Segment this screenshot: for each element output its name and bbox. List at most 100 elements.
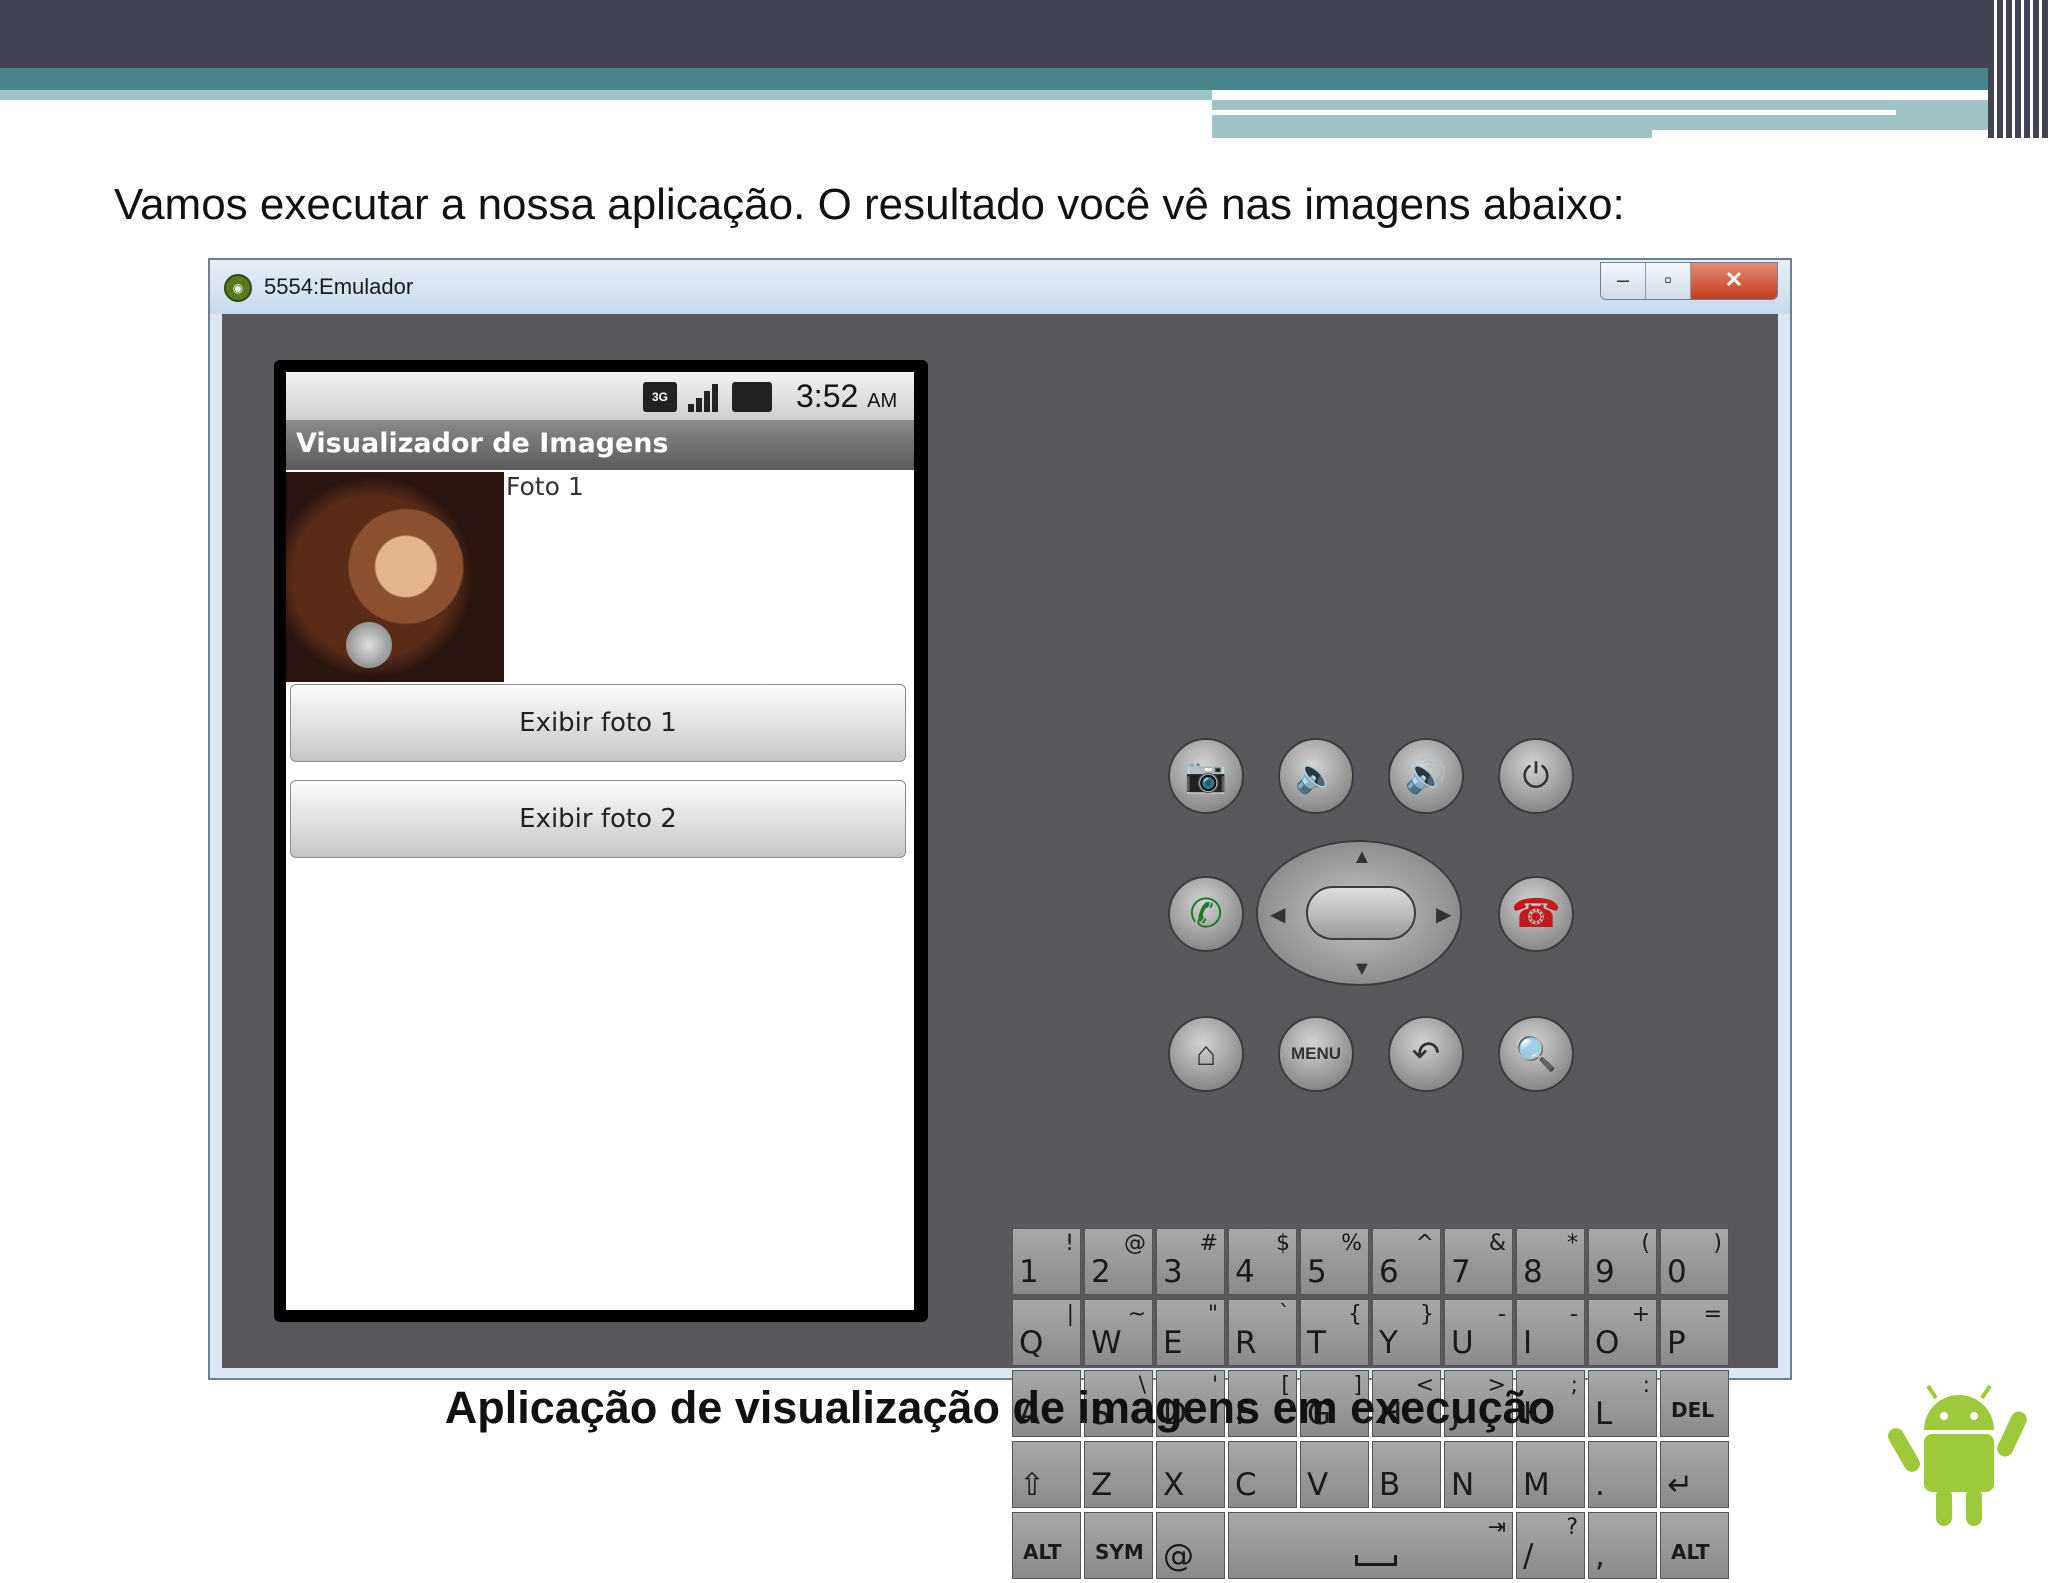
key-alt-right[interactable]: ALT xyxy=(1660,1512,1729,1579)
keyboard-key[interactable]: 4 $ xyxy=(1228,1228,1297,1295)
volume-up-icon[interactable]: 🔊 xyxy=(1388,738,1464,814)
key-label: U xyxy=(1451,1325,1474,1361)
key-label: Y xyxy=(1379,1325,1398,1361)
key-label: V xyxy=(1307,1467,1329,1503)
keyboard-key[interactable]: U- xyxy=(1444,1299,1513,1366)
keyboard-key[interactable]: B xyxy=(1372,1441,1441,1508)
keyboard-key[interactable]: E " xyxy=(1156,1299,1225,1366)
keyboard-key[interactable]: N xyxy=(1444,1441,1513,1508)
keyboard-key[interactable]: 0) xyxy=(1660,1228,1729,1295)
keyboard-key[interactable]: W ~ xyxy=(1084,1299,1153,1366)
key-label: N xyxy=(1451,1467,1475,1503)
key-space[interactable]: ⇥ xyxy=(1228,1512,1513,1579)
slide-header-stripes xyxy=(1988,0,2048,138)
key-slash[interactable]: /? xyxy=(1516,1512,1585,1579)
key-label: M xyxy=(1523,1467,1550,1503)
dpad-right-icon[interactable]: ▶ xyxy=(1436,902,1451,927)
camera-icon[interactable]: 📷 xyxy=(1168,738,1244,814)
key-alt-label: " xyxy=(1207,1302,1218,1327)
call-icon[interactable]: ✆ xyxy=(1168,876,1244,952)
key-alt-label: ^ xyxy=(1415,1231,1434,1256)
keyboard-key[interactable]: 6 ^ xyxy=(1372,1228,1441,1295)
keyboard-key[interactable]: Z xyxy=(1084,1441,1153,1508)
dpad-up-icon[interactable]: ▲ xyxy=(1352,846,1372,869)
key-label: X xyxy=(1163,1467,1185,1503)
back-icon[interactable]: ↶ xyxy=(1388,1016,1464,1092)
show-photo-2-button[interactable]: Exibir foto 2 xyxy=(290,780,906,858)
photo-label: Foto 1 xyxy=(506,472,584,501)
key-label: C xyxy=(1235,1467,1257,1503)
keyboard-key[interactable]: T{ xyxy=(1300,1299,1369,1366)
keyboard-key[interactable]: ⇧ xyxy=(1012,1441,1081,1508)
key-alt-label: ` xyxy=(1279,1302,1290,1327)
key-label: E xyxy=(1163,1325,1183,1361)
window-title: 5554:Emulador xyxy=(264,274,414,299)
home-icon[interactable]: ⌂ xyxy=(1168,1016,1244,1092)
slide-intro-text: Vamos executar a nossa aplicação. O resu… xyxy=(114,180,1625,229)
keyboard-key[interactable]: 3 # xyxy=(1156,1228,1225,1295)
dpad[interactable]: ▲ ▼ ◀ ▶ xyxy=(1256,840,1462,986)
microphone-shape xyxy=(346,622,392,668)
keyboard-key[interactable]: 2 @ xyxy=(1084,1228,1153,1295)
keyboard-key[interactable]: Q | xyxy=(1012,1299,1081,1366)
keyboard-key[interactable]: C xyxy=(1228,1441,1297,1508)
key-label: 1 xyxy=(1019,1254,1039,1290)
key-comma[interactable]: , xyxy=(1588,1512,1657,1579)
key-label: Q xyxy=(1019,1325,1044,1361)
maximize-icon[interactable]: ▫ xyxy=(1645,263,1690,299)
menu-button[interactable]: MENU xyxy=(1278,1016,1354,1092)
android-app-icon: ◉ xyxy=(224,274,252,302)
power-icon[interactable]: ⏻ xyxy=(1498,738,1574,814)
key-at[interactable]: @ xyxy=(1156,1512,1225,1579)
dpad-center-button[interactable] xyxy=(1306,886,1416,940)
key-sym[interactable]: SYM xyxy=(1084,1512,1153,1579)
keyboard-key[interactable]: 7 & xyxy=(1444,1228,1513,1295)
keyboard-key[interactable]: 9( xyxy=(1588,1228,1657,1295)
show-photo-1-button[interactable]: Exibir foto 1 xyxy=(290,684,906,762)
keyboard-key[interactable]: P = xyxy=(1660,1299,1729,1366)
key-label: W xyxy=(1091,1325,1122,1361)
key-alt-label: ( xyxy=(1641,1231,1650,1256)
search-icon[interactable]: 🔍 xyxy=(1498,1016,1574,1092)
window-controls: – ▫ ✕ xyxy=(1600,262,1778,300)
key-label: Z xyxy=(1091,1467,1113,1503)
key-alt-left[interactable]: ALT xyxy=(1012,1512,1081,1579)
key-label: . xyxy=(1595,1467,1605,1503)
keyboard-key[interactable]: 8 * xyxy=(1516,1228,1585,1295)
key-label: I xyxy=(1523,1325,1533,1361)
keyboard-key[interactable]: O + xyxy=(1588,1299,1657,1366)
key-alt-label: { xyxy=(1348,1302,1362,1327)
volume-down-icon[interactable]: 🔈 xyxy=(1278,738,1354,814)
keyboard-key[interactable]: ↵ xyxy=(1660,1441,1729,1508)
keyboard-key[interactable]: 1! xyxy=(1012,1228,1081,1295)
key-label: 3 xyxy=(1163,1254,1183,1290)
window-titlebar[interactable]: ◉ 5554:Emulador – ▫ ✕ xyxy=(210,260,1790,314)
key-label: 6 xyxy=(1379,1254,1399,1290)
key-label: 0 xyxy=(1667,1254,1687,1290)
keyboard-key[interactable]: 5% xyxy=(1300,1228,1369,1295)
keyboard-key[interactable]: V xyxy=(1300,1441,1369,1508)
keyboard-key[interactable]: R ` xyxy=(1228,1299,1297,1366)
key-alt-label: = xyxy=(1703,1302,1722,1327)
keyboard-key[interactable]: Y} xyxy=(1372,1299,1441,1366)
minimize-icon[interactable]: – xyxy=(1601,263,1645,299)
phone-screen: 3G 3:52 AM Visualizador de Imagens Foto … xyxy=(286,372,914,1310)
photo-image xyxy=(286,472,504,682)
close-icon[interactable]: ✕ xyxy=(1690,263,1777,299)
slide-header-stripe xyxy=(0,68,1988,90)
keyboard-key[interactable]: M xyxy=(1516,1441,1585,1508)
slide-header-stripe-light xyxy=(0,90,1212,100)
key-label: 8 xyxy=(1523,1254,1543,1290)
slide-header-band xyxy=(0,0,2048,68)
key-alt-label: $ xyxy=(1276,1231,1290,1256)
key-alt-label: # xyxy=(1199,1231,1218,1256)
keyboard-key[interactable]: . xyxy=(1588,1441,1657,1508)
key-label: R xyxy=(1235,1325,1257,1361)
dpad-left-icon[interactable]: ◀ xyxy=(1270,902,1285,927)
dpad-down-icon[interactable]: ▼ xyxy=(1352,958,1372,981)
key-label: ⇧ xyxy=(1019,1467,1045,1503)
keyboard-key[interactable]: X xyxy=(1156,1441,1225,1508)
key-label: 4 xyxy=(1235,1254,1255,1290)
end-call-icon[interactable]: ☎ xyxy=(1498,876,1574,952)
keyboard-key[interactable]: I- xyxy=(1516,1299,1585,1366)
